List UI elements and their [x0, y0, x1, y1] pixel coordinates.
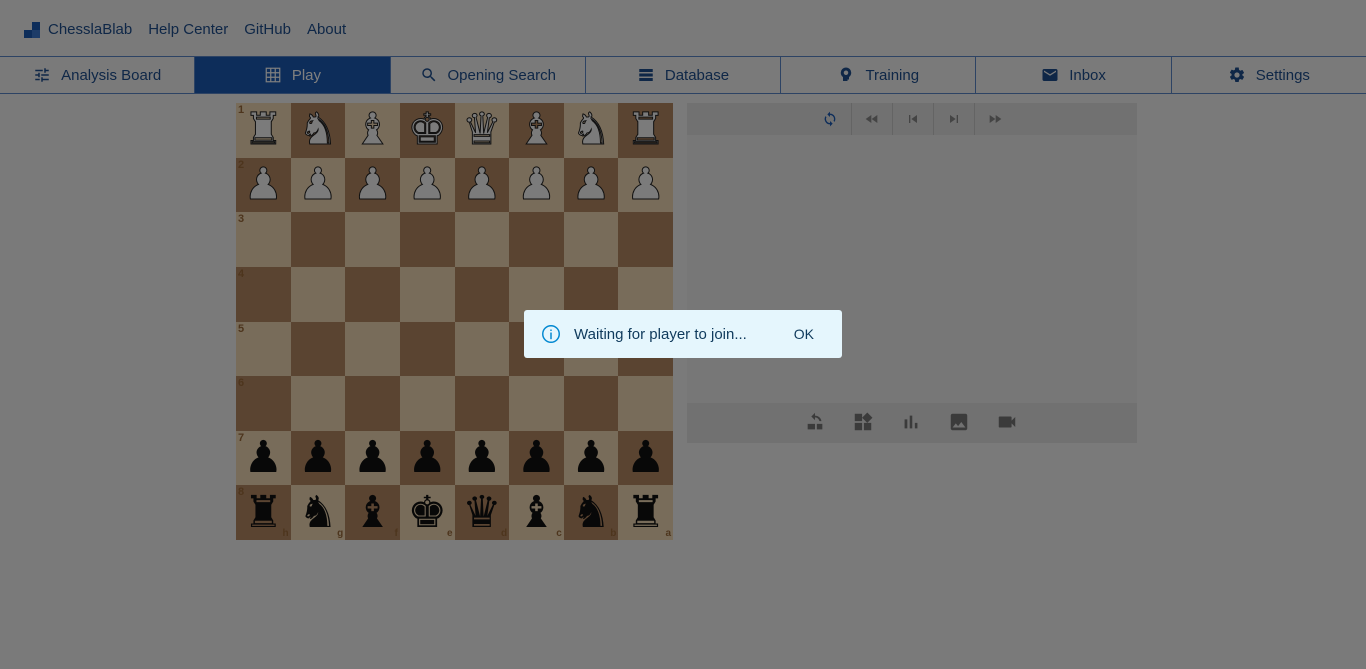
- ok-button[interactable]: OK: [794, 326, 814, 342]
- waiting-dialog: Waiting for player to join... OK: [524, 310, 842, 358]
- dialog-message: Waiting for player to join...: [574, 325, 747, 343]
- info-icon: [542, 325, 560, 343]
